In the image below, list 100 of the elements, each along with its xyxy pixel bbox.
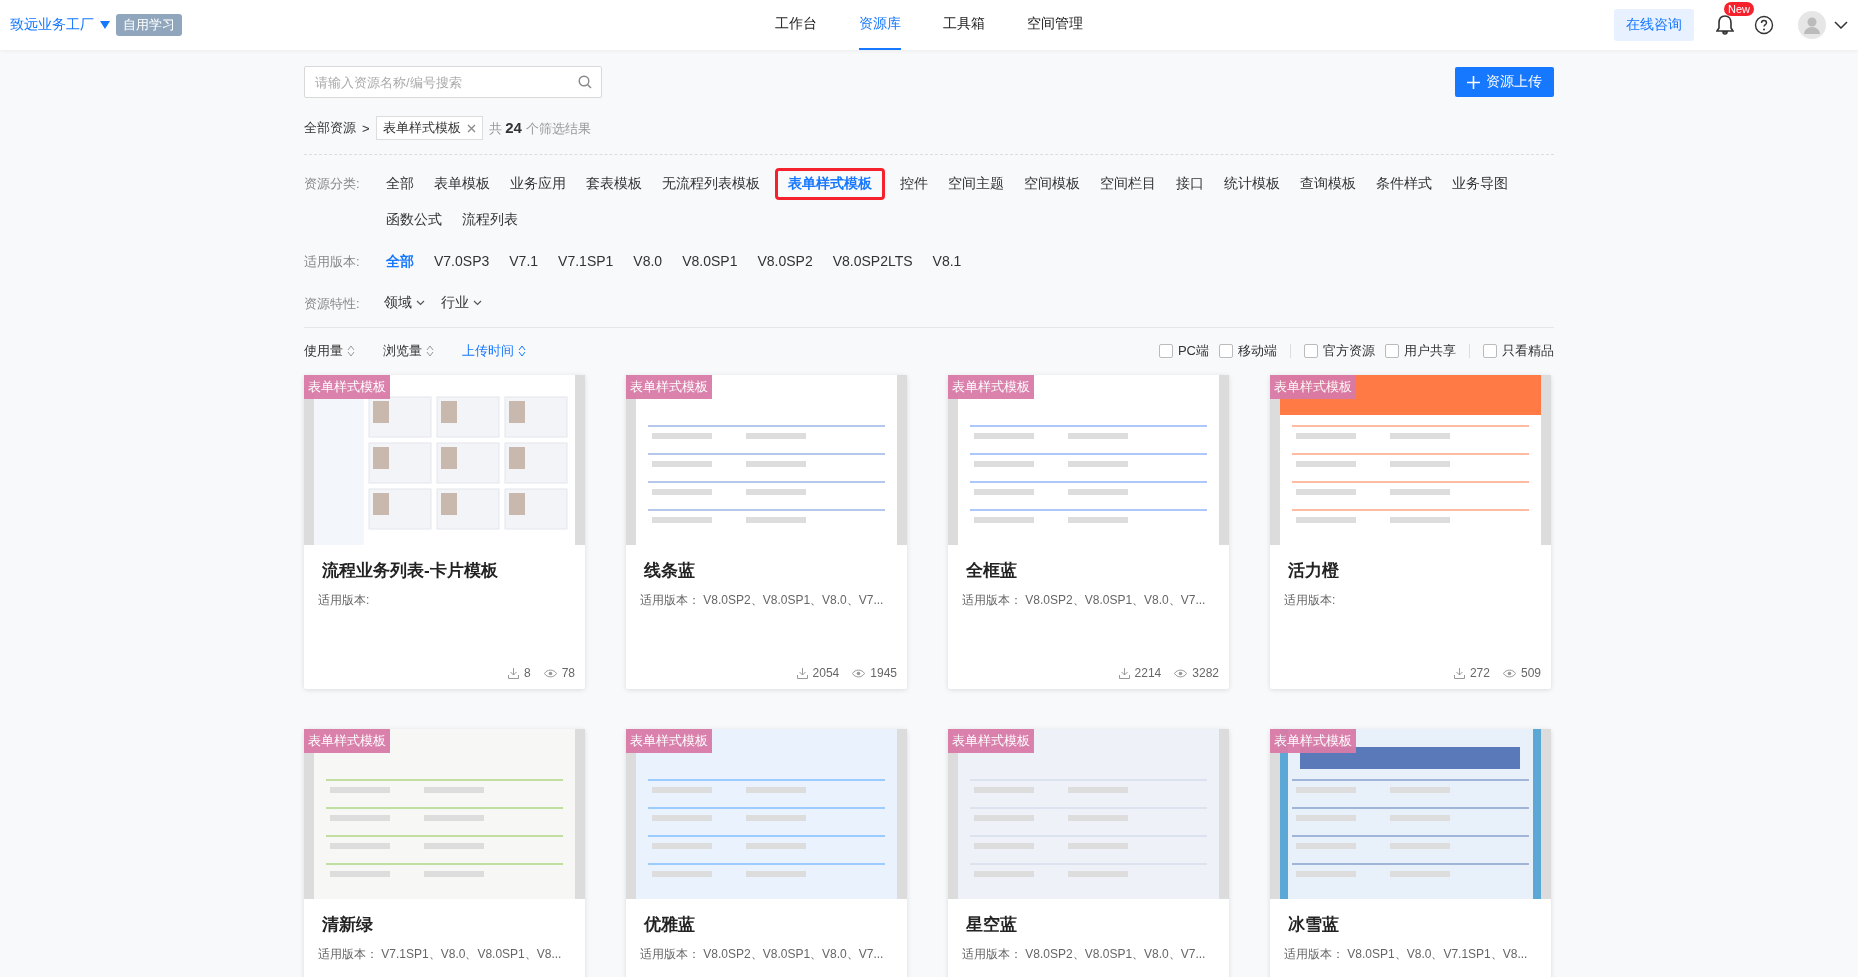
sort-option[interactable]: 上传时间 [462, 342, 526, 360]
download-count: 272 [1469, 666, 1490, 680]
brand-name[interactable]: 致远业务工厂 [10, 16, 94, 34]
card-versions: 适用版本： V8.0SP2、V8.0SP1、V8.0、V7... [640, 946, 884, 962]
card-versions: 适用版本: [1284, 592, 1336, 608]
filter-option[interactable]: 全部 [381, 168, 419, 200]
resource-card[interactable]: 表单样式模板 线条蓝 适用版本： V8.0SP2、V8.0SP1、V8.0、V7... 2054 1945 [626, 375, 907, 689]
nav-tab[interactable]: 工作台 [775, 0, 817, 50]
sort-option[interactable]: 使用量 [304, 342, 355, 360]
filter-option[interactable]: 条件样式 [1371, 168, 1437, 200]
breadcrumb-link[interactable]: 全部资源 [304, 119, 356, 137]
sort-icon [426, 345, 434, 357]
filter-option[interactable]: 套表模板 [581, 168, 647, 200]
filter-dropdown[interactable]: 行业 [441, 291, 482, 312]
search-icon [578, 75, 592, 89]
resource-card[interactable]: 表单样式模板 活力橙 适用版本: 272 509 [1270, 375, 1551, 689]
view-count: 509 [1520, 666, 1541, 680]
filter-option[interactable]: V8.0 [628, 246, 668, 278]
category-tag: 表单样式模板 [948, 375, 1034, 399]
card-title: 线条蓝 [644, 560, 696, 582]
filter-option[interactable]: V8.0SP1 [677, 246, 743, 278]
card-versions: 适用版本： V8.0SP2、V8.0SP1、V8.0、V7... [640, 592, 884, 608]
filter-option[interactable]: V8.0SP2 [752, 246, 818, 278]
chevron-down-icon [473, 300, 482, 306]
sort-icon [347, 345, 355, 357]
download-icon [796, 667, 808, 679]
filter-option[interactable]: 空间模板 [1019, 168, 1085, 200]
filter-option[interactable]: V7.1 [504, 246, 544, 278]
filter-option[interactable]: 全部 [381, 246, 419, 278]
resource-card[interactable]: 表单样式模板 冰雪蓝 适用版本： V8.0SP1、V8.0、V7.1SP1、V8... [1270, 729, 1551, 977]
filter-option[interactable]: 表单样式模板 [775, 168, 885, 200]
filter-option[interactable]: 统计模板 [1219, 168, 1285, 200]
upload-button[interactable]: 资源上传 [1455, 67, 1554, 97]
sort-icon [518, 345, 526, 357]
download-count: 2054 [812, 666, 840, 680]
filter-option[interactable]: 无流程列表模板 [657, 168, 765, 200]
checkbox[interactable] [1483, 344, 1497, 358]
card-versions: 适用版本： V7.1SP1、V8.0、V8.0SP1、V8... [318, 946, 562, 962]
filter-option[interactable]: 空间栏目 [1095, 168, 1161, 200]
chevron-down-icon [416, 300, 425, 306]
filter-option[interactable]: 业务应用 [505, 168, 571, 200]
consult-button[interactable]: 在线咨询 [1614, 9, 1694, 41]
category-tag: 表单样式模板 [304, 375, 390, 399]
avatar-icon [1798, 11, 1826, 39]
checkbox[interactable] [1219, 344, 1233, 358]
filter-label: 适用版本: [304, 253, 361, 271]
dropdown-caret-icon [100, 21, 110, 29]
view-count: 3282 [1192, 666, 1219, 680]
card-title: 星空蓝 [966, 914, 1018, 936]
download-count: 8 [523, 666, 531, 680]
filter-option[interactable]: V8.0SP2LTS [827, 246, 918, 278]
checkbox-label: 官方资源 [1323, 342, 1375, 360]
sort-option[interactable]: 浏览量 [383, 342, 434, 360]
dropdown-label: 行业 [441, 294, 469, 312]
resource-card[interactable]: 表单样式模板 清新绿 适用版本： V7.1SP1、V8.0、V8.0SP1、V8... [304, 729, 585, 977]
filter-option[interactable]: 接口 [1171, 168, 1209, 200]
category-tag: 表单样式模板 [304, 729, 390, 753]
nav-tab[interactable]: 工具箱 [943, 0, 985, 50]
card-title: 全框蓝 [966, 560, 1018, 582]
new-badge: New [1724, 2, 1754, 16]
result-count: 共 24 个筛选结果 [488, 118, 591, 138]
card-versions: 适用版本： V8.0SP2、V8.0SP1、V8.0、V7... [962, 592, 1206, 608]
checkbox[interactable] [1385, 344, 1399, 358]
checkbox-label: 只看精品 [1502, 342, 1554, 360]
filter-option[interactable]: V7.1SP1 [553, 246, 619, 278]
filter-option[interactable]: 函数公式 [381, 204, 447, 236]
filter-option[interactable]: 控件 [895, 168, 933, 200]
eye-icon [1174, 668, 1188, 678]
filter-option[interactable]: 空间主题 [943, 168, 1009, 200]
eye-icon [1502, 668, 1516, 678]
nav-tab[interactable]: 空间管理 [1027, 0, 1083, 50]
chevron-down-icon [1834, 21, 1848, 29]
card-versions: 适用版本： V8.0SP1、V8.0、V7.1SP1、V8... [1284, 946, 1528, 962]
plus-icon [1467, 75, 1480, 89]
resource-card[interactable]: 表单样式模板 优雅蓝 适用版本： V8.0SP2、V8.0SP1、V8.0、V7... [626, 729, 907, 977]
filter-option[interactable]: V7.0SP3 [429, 246, 495, 278]
filter-option[interactable]: 表单模板 [429, 168, 495, 200]
category-tag: 表单样式模板 [1270, 729, 1356, 753]
filter-option[interactable]: V8.1 [927, 246, 967, 278]
resource-card[interactable]: 表单样式模板 全框蓝 适用版本： V8.0SP2、V8.0SP1、V8.0、V7... 2214 3282 [948, 375, 1229, 689]
card-versions: 适用版本： V8.0SP2、V8.0SP1、V8.0、V7... [962, 946, 1206, 962]
dropdown-label: 领域 [384, 294, 412, 312]
filter-option[interactable]: 流程列表 [457, 204, 523, 236]
resource-card[interactable]: 表单样式模板 星空蓝 适用版本： V8.0SP2、V8.0SP1、V8.0、V7... [948, 729, 1229, 977]
checkbox[interactable] [1158, 344, 1173, 358]
download-count: 2214 [1134, 666, 1162, 680]
filter-dropdown[interactable]: 领域 [384, 291, 425, 312]
card-title: 活力橙 [1288, 560, 1340, 582]
filter-option[interactable]: 查询模板 [1295, 168, 1361, 200]
resource-card[interactable]: 表单样式模板 流程业务列表-卡片模板 适用版本: 8 78 [304, 375, 585, 689]
filter-tag-label: 表单样式模板 [382, 119, 461, 137]
checkbox-label: PC端 [1177, 342, 1209, 360]
search-field[interactable]: 请输入资源名称/编号搜索 [304, 66, 602, 98]
view-count: 1945 [870, 666, 897, 680]
checkbox[interactable] [1304, 344, 1318, 358]
filter-option[interactable]: 业务导图 [1447, 168, 1513, 200]
nav-tab[interactable]: 资源库 [859, 0, 901, 50]
close-icon [466, 123, 476, 133]
card-title: 优雅蓝 [644, 914, 696, 936]
download-icon [1118, 667, 1130, 679]
